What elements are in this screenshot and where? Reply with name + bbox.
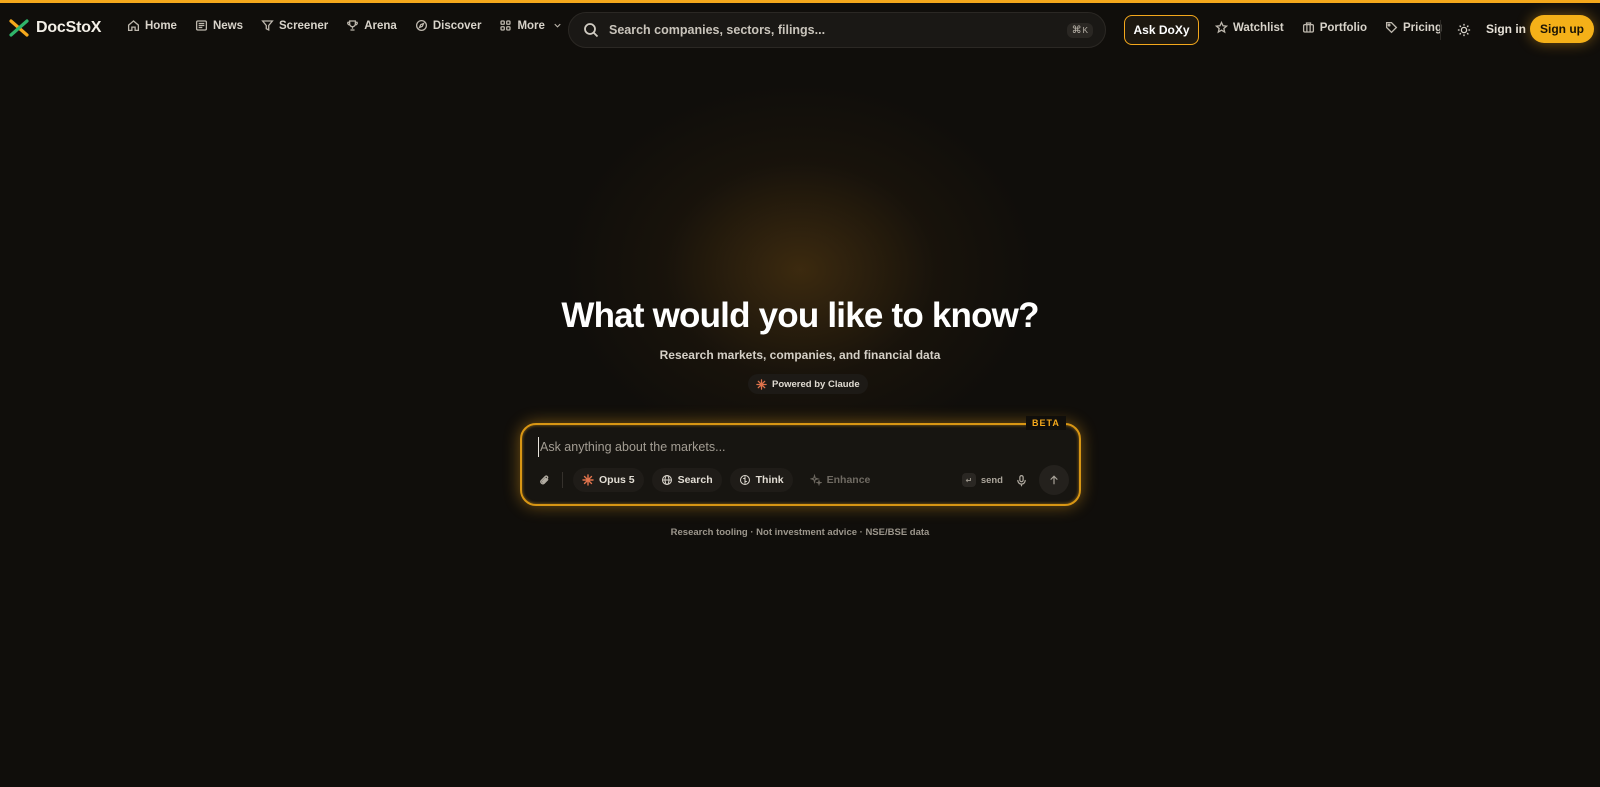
- claude-burst-icon: [582, 474, 594, 486]
- brand-logo[interactable]: DocStoX: [8, 17, 101, 39]
- claude-burst-icon: [756, 378, 767, 390]
- attach-button[interactable]: [536, 472, 552, 488]
- enhance-label: Enhance: [826, 474, 871, 486]
- think-toggle-label: Think: [755, 474, 784, 486]
- powered-by-badge: Powered by Claude: [748, 374, 868, 394]
- global-search-bar[interactable]: ⌘ K: [568, 12, 1106, 48]
- think-toggle-button[interactable]: Think: [729, 468, 793, 492]
- newspaper-icon: [195, 20, 207, 31]
- nav-discover-label: Discover: [432, 19, 482, 32]
- model-label: Opus 5: [599, 474, 635, 486]
- disclaimer-footnote: Research tooling · Not investment advice…: [670, 527, 930, 538]
- logo-x-icon: [9, 19, 29, 37]
- hero-glow: [560, 80, 1040, 460]
- nav-arena-label: Arena: [364, 19, 397, 32]
- beta-badge: BETA: [1026, 416, 1066, 430]
- tag-icon: [1385, 21, 1398, 34]
- toolbar-divider: [562, 472, 563, 488]
- search-shortcut-badge: ⌘ K: [1066, 22, 1093, 38]
- nav-more[interactable]: More: [499, 19, 562, 32]
- composer-actions: ↵ send: [961, 465, 1069, 495]
- nav-screener[interactable]: Screener: [261, 19, 328, 32]
- nav-pricing-label: Pricing: [1402, 21, 1442, 34]
- arrow-up-icon: [1050, 475, 1058, 485]
- chat-input[interactable]: [538, 437, 1058, 457]
- home-icon: [127, 20, 140, 32]
- hero-subtitle: Research markets, companies, and financi…: [659, 348, 941, 362]
- shortcut-key: K: [1082, 25, 1088, 35]
- chat-composer: Opus 5 Search Think Enhance ↵ send: [520, 423, 1081, 506]
- main-nav-links: Home News Screener Arena Discover More: [127, 19, 563, 32]
- powered-by-text: Powered by Claude: [772, 378, 860, 390]
- nav-more-label: More: [517, 19, 545, 32]
- nav-portfolio[interactable]: Portfolio: [1302, 21, 1367, 34]
- search-toggle-label: Search: [677, 474, 713, 486]
- filter-icon: [261, 20, 274, 32]
- sign-up-button[interactable]: Sign up: [1530, 15, 1594, 43]
- paperclip-icon: [539, 474, 548, 484]
- ask-doxy-button[interactable]: Ask DoXy: [1124, 15, 1199, 45]
- trophy-icon: [347, 20, 359, 31]
- star-icon: [1215, 21, 1228, 34]
- nav-divider: [1440, 20, 1441, 40]
- send-button[interactable]: [1039, 465, 1069, 495]
- globe-icon: [661, 474, 672, 486]
- sparkles-icon: [809, 474, 822, 486]
- briefcase-icon: [1302, 22, 1314, 33]
- hero-title: What would you like to know?: [561, 296, 1039, 335]
- nav-home[interactable]: Home: [127, 19, 177, 32]
- enhance-button[interactable]: Enhance: [801, 468, 880, 492]
- nav-pricing[interactable]: Pricing: [1385, 21, 1442, 34]
- sign-in-link[interactable]: Sign in: [1486, 22, 1526, 36]
- nav-news[interactable]: News: [195, 19, 243, 32]
- voice-input-button[interactable]: [1013, 472, 1029, 488]
- account-nav-links: Watchlist Portfolio Pricing: [1215, 21, 1442, 34]
- sun-icon[interactable]: [1457, 23, 1471, 37]
- composer-toolbar: Opus 5 Search Think Enhance: [536, 468, 879, 492]
- compass-icon: [415, 19, 427, 32]
- chevron-down-icon: [554, 23, 561, 28]
- nav-screener-label: Screener: [279, 19, 329, 32]
- send-shortcut-hint: ↵ send: [961, 473, 1003, 487]
- nav-news-label: News: [212, 19, 243, 32]
- nav-watchlist[interactable]: Watchlist: [1215, 21, 1284, 34]
- command-key-symbol: ⌘: [1071, 24, 1082, 36]
- model-selector-button[interactable]: Opus 5: [573, 468, 644, 492]
- brand-name: DocStoX: [36, 19, 102, 36]
- nav-watchlist-label: Watchlist: [1233, 21, 1284, 34]
- microphone-icon: [1016, 474, 1026, 486]
- brain-icon: [739, 474, 750, 486]
- search-icon: [584, 23, 599, 38]
- enter-key-icon: ↵: [961, 473, 976, 487]
- search-toggle-button[interactable]: Search: [651, 468, 722, 492]
- nav-portfolio-label: Portfolio: [1319, 21, 1367, 34]
- search-input[interactable]: [609, 23, 1067, 37]
- nav-arena[interactable]: Arena: [346, 19, 397, 32]
- grid-icon: [500, 20, 512, 31]
- nav-home-label: Home: [145, 19, 177, 32]
- send-hint-label: send: [980, 474, 1003, 486]
- top-navbar: DocStoX Home News Screener Arena Discove…: [0, 3, 1600, 53]
- nav-discover[interactable]: Discover: [415, 19, 482, 32]
